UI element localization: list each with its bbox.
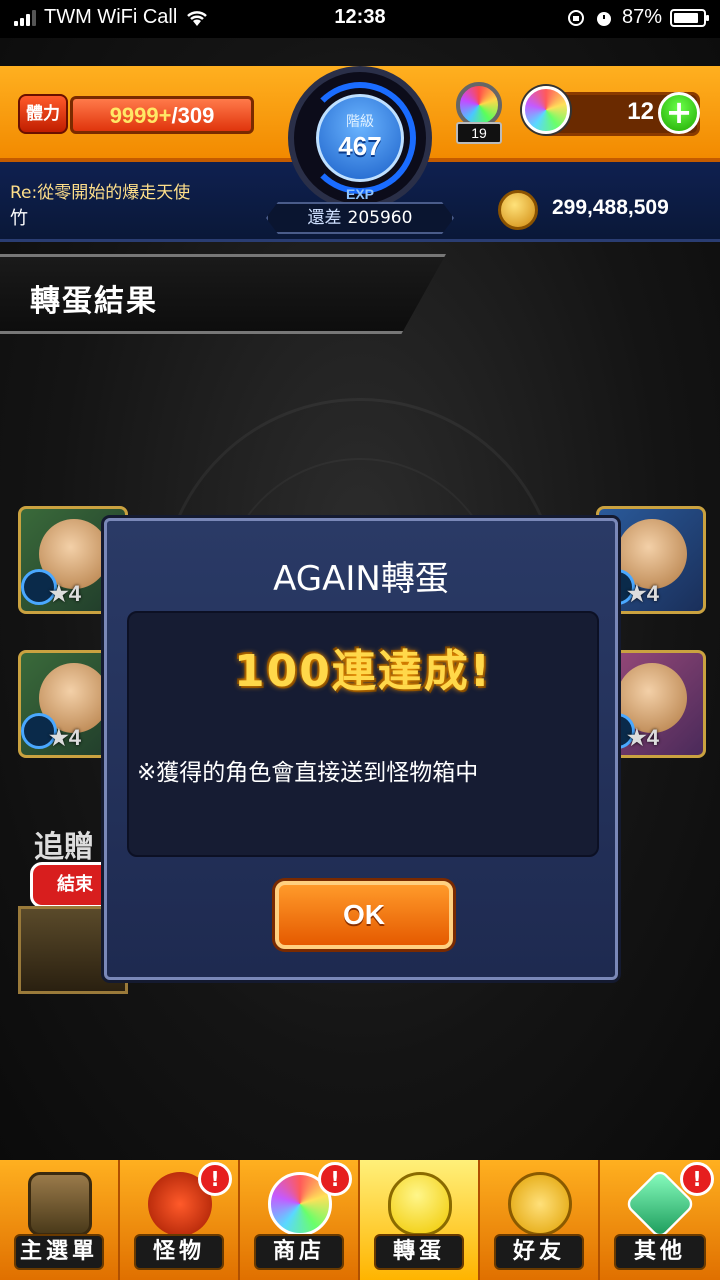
nav-label: 轉蛋	[374, 1234, 464, 1270]
rarity-stars: ★4	[49, 581, 81, 606]
nav-item-main-menu[interactable]: 主選單	[0, 1160, 120, 1280]
ok-button[interactable]: OK	[275, 881, 453, 949]
rarity-stars: ★4	[49, 725, 81, 750]
stamina-bar: 9999+/309	[70, 96, 254, 134]
coin-icon	[498, 190, 538, 230]
battery-percent: 87%	[621, 6, 662, 28]
stamina-max: /309	[171, 103, 215, 128]
again-gacha-dialog: AGAIN轉蛋 100連達成! ※獲得的角色會直接送到怪物箱中 OK	[104, 518, 618, 980]
page-title: 轉蛋結果	[30, 284, 158, 319]
keys-count: 19	[456, 122, 502, 144]
quest-title: Re:從零開始的爆走天使	[10, 183, 191, 203]
dialog-note: ※獲得的角色會直接送到怪物箱中	[137, 760, 479, 786]
rainbow-orb-icon	[522, 86, 570, 134]
notification-badge: !	[680, 1162, 714, 1196]
alarm-icon	[596, 11, 611, 26]
exp-remaining-label: 還差	[307, 208, 342, 228]
dialog-content: 100連達成! ※獲得的角色會直接送到怪物箱中	[127, 611, 599, 857]
quest-subtitle: 竹	[10, 208, 28, 229]
buy-orbs-button[interactable]: +	[658, 92, 700, 134]
stamina-label: 體力	[18, 94, 68, 134]
nav-item-shop[interactable]: ! 商店	[240, 1160, 360, 1280]
notification-badge: !	[198, 1162, 232, 1196]
dialog-title: AGAIN轉蛋	[273, 559, 449, 599]
friends-icon	[508, 1172, 572, 1236]
status-bar: TWM WiFi Call 12:38 87%	[0, 0, 720, 38]
rank-label: 階級	[346, 114, 374, 130]
rotation-lock-icon	[567, 9, 584, 26]
bonus-label: 追贈	[34, 830, 94, 865]
player-header: 體力 9999+/309 階級 467 EXP 還差 205960 19 12 +…	[0, 66, 720, 246]
stamina-current: 9999+	[109, 103, 172, 128]
coin-count: 299,488,509	[552, 196, 669, 219]
rank-value: 467	[338, 131, 382, 161]
bottom-nav: 主選單 ! 怪物 ! 商店 轉蛋 好友 ! 其他	[0, 1160, 720, 1280]
keys-button[interactable]: 19	[450, 82, 508, 146]
home-gate-icon	[28, 1172, 92, 1236]
nav-item-friends[interactable]: 好友	[480, 1160, 600, 1280]
rarity-stars: ★4	[627, 581, 659, 606]
nav-label: 其他	[614, 1234, 706, 1270]
orb-count: 12	[627, 98, 654, 125]
egg-icon	[388, 1172, 452, 1236]
exp-remaining-value: 205960	[347, 208, 413, 228]
rarity-stars: ★4	[627, 725, 659, 750]
exp-label: EXP	[345, 186, 374, 202]
notification-badge: !	[318, 1162, 352, 1196]
battery-icon	[670, 8, 709, 27]
nav-item-monsters[interactable]: ! 怪物	[120, 1160, 240, 1280]
nav-label: 怪物	[134, 1234, 224, 1270]
exp-remaining-box: 還差 205960	[266, 202, 454, 234]
dialog-headline: 100連達成!	[234, 646, 492, 697]
nav-item-other[interactable]: ! 其他	[600, 1160, 720, 1280]
nav-item-gacha[interactable]: 轉蛋	[360, 1160, 480, 1280]
nav-label: 好友	[494, 1234, 584, 1270]
nav-label: 商店	[254, 1234, 344, 1270]
nav-label: 主選單	[14, 1234, 104, 1270]
